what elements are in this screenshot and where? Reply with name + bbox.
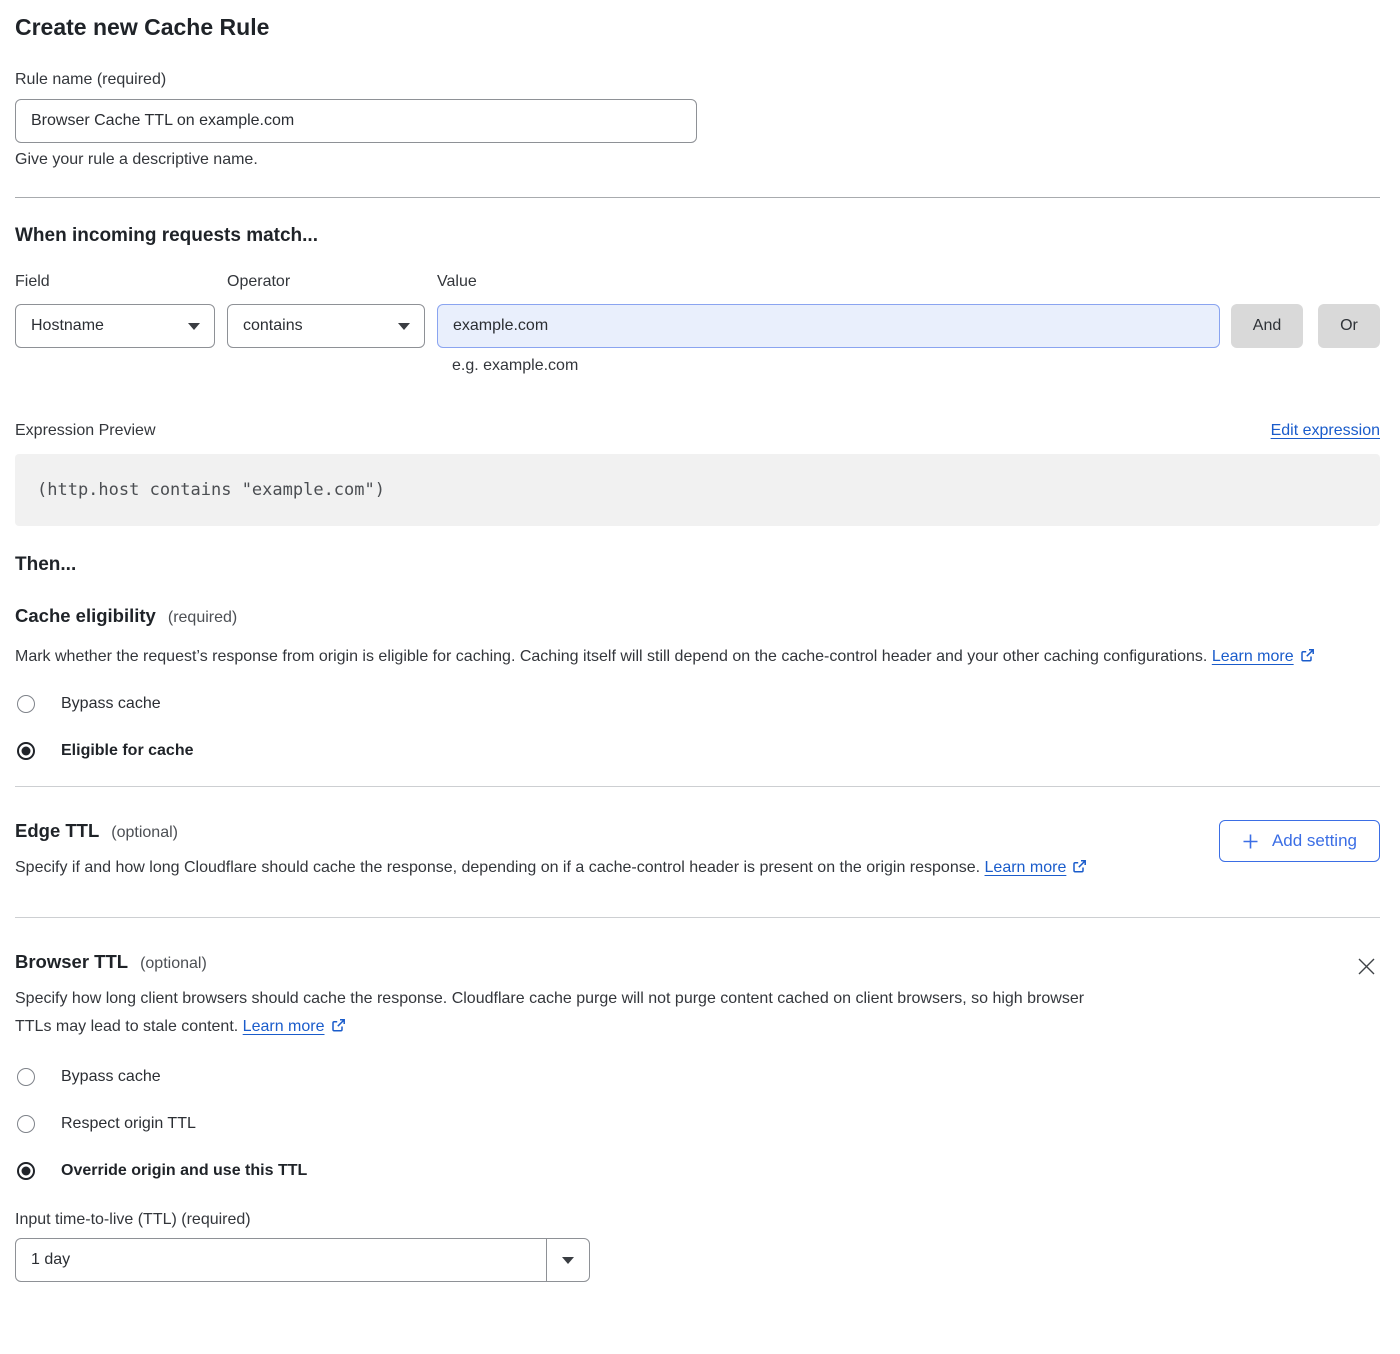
external-link-icon xyxy=(1300,645,1315,673)
rule-name-help: Give your rule a descriptive name. xyxy=(15,150,1380,169)
match-labels-row: Field Operator Value xyxy=(15,272,1380,291)
value-help: e.g. example.com xyxy=(452,356,1380,375)
match-heading: When incoming requests match... xyxy=(15,225,1380,247)
override-origin-ttl-radio[interactable]: Override origin and use this TTL xyxy=(15,1162,1380,1180)
cache-eligibility-description: Mark whether the request’s response from… xyxy=(15,643,1360,673)
match-controls-row: Hostname contains And Or xyxy=(15,304,1380,348)
caret-down-icon xyxy=(398,323,410,330)
external-link-icon xyxy=(331,1015,346,1043)
plus-icon xyxy=(1242,833,1259,850)
browser-bypass-cache-radio[interactable]: Bypass cache xyxy=(15,1068,1380,1086)
close-icon xyxy=(1357,957,1376,976)
close-browser-ttl-button[interactable] xyxy=(1353,953,1380,983)
browser-ttl-content: Browser TTL (optional) Specify how long … xyxy=(15,951,1353,1043)
then-heading: Then... xyxy=(15,554,1380,575)
radio-circle-icon xyxy=(17,1115,35,1133)
eligible-for-cache-radio[interactable]: Eligible for cache xyxy=(15,742,1380,760)
caret-down-icon xyxy=(188,323,200,330)
edge-ttl-learn-more-link[interactable]: Learn more xyxy=(985,859,1067,876)
browser-ttl-header: Browser TTL (optional) xyxy=(15,951,1353,973)
ttl-select[interactable]: 1 day xyxy=(15,1238,590,1282)
create-cache-rule-form: Create new Cache Rule Rule name (require… xyxy=(0,0,1400,1300)
operator-label: Operator xyxy=(227,272,425,291)
cache-eligibility-title: Cache eligibility xyxy=(15,605,156,627)
edge-ttl-optional-flag: (optional) xyxy=(111,824,178,842)
value-label: Value xyxy=(437,272,1220,291)
divider xyxy=(15,786,1380,787)
cache-eligibility-learn-more-link[interactable]: Learn more xyxy=(1212,648,1294,665)
edge-ttl-description: Specify if and how long Cloudflare shoul… xyxy=(15,854,1120,884)
expression-preview-label: Expression Preview xyxy=(15,421,156,440)
value-input[interactable] xyxy=(437,304,1220,348)
cache-eligibility-required-flag: (required) xyxy=(168,609,237,627)
browser-ttl-title: Browser TTL xyxy=(15,951,128,973)
ttl-input-label: Input time-to-live (TTL) (required) xyxy=(15,1210,1380,1229)
expression-code: (http.host contains "example.com") xyxy=(37,480,385,500)
expression-code-block: (http.host contains "example.com") xyxy=(15,454,1380,526)
external-link-icon xyxy=(1072,856,1087,884)
browser-ttl-description: Specify how long client browsers should … xyxy=(15,985,1100,1043)
respect-origin-ttl-radio[interactable]: Respect origin TTL xyxy=(15,1115,1380,1133)
browser-ttl-section: Browser TTL (optional) Specify how long … xyxy=(15,951,1380,1043)
edge-ttl-content: Edge TTL (optional) Specify if and how l… xyxy=(15,820,1219,884)
caret-down-icon xyxy=(562,1257,574,1264)
radio-circle-icon xyxy=(17,1162,35,1180)
browser-ttl-learn-more-link[interactable]: Learn more xyxy=(243,1018,325,1035)
edit-expression-link[interactable]: Edit expression xyxy=(1271,422,1380,440)
field-label: Field xyxy=(15,272,215,291)
operator-select-value: contains xyxy=(243,317,303,335)
page-title: Create new Cache Rule xyxy=(15,13,1380,41)
operator-select[interactable]: contains xyxy=(227,304,425,348)
divider xyxy=(15,917,1380,918)
edge-ttl-section: Edge TTL (optional) Specify if and how l… xyxy=(15,820,1380,884)
browser-ttl-optional-flag: (optional) xyxy=(140,955,207,973)
divider xyxy=(15,197,1380,198)
radio-circle-icon xyxy=(17,742,35,760)
or-button[interactable]: Or xyxy=(1318,304,1380,348)
ttl-select-arrow[interactable] xyxy=(546,1239,589,1281)
radio-circle-icon xyxy=(17,1068,35,1086)
cache-eligibility-header: Cache eligibility (required) xyxy=(15,605,1380,627)
rule-name-label: Rule name (required) xyxy=(15,70,1380,89)
add-setting-button[interactable]: Add setting xyxy=(1219,820,1380,862)
edge-ttl-header: Edge TTL (optional) xyxy=(15,820,1219,842)
expression-preview-row: Expression Preview Edit expression xyxy=(15,421,1380,440)
edge-ttl-title: Edge TTL xyxy=(15,820,99,842)
bypass-cache-radio[interactable]: Bypass cache xyxy=(15,695,1380,713)
and-button[interactable]: And xyxy=(1231,304,1303,348)
field-select-value: Hostname xyxy=(31,317,104,335)
field-select[interactable]: Hostname xyxy=(15,304,215,348)
radio-circle-icon xyxy=(17,695,35,713)
rule-name-input[interactable] xyxy=(15,99,697,143)
ttl-select-value: 1 day xyxy=(16,1251,546,1269)
